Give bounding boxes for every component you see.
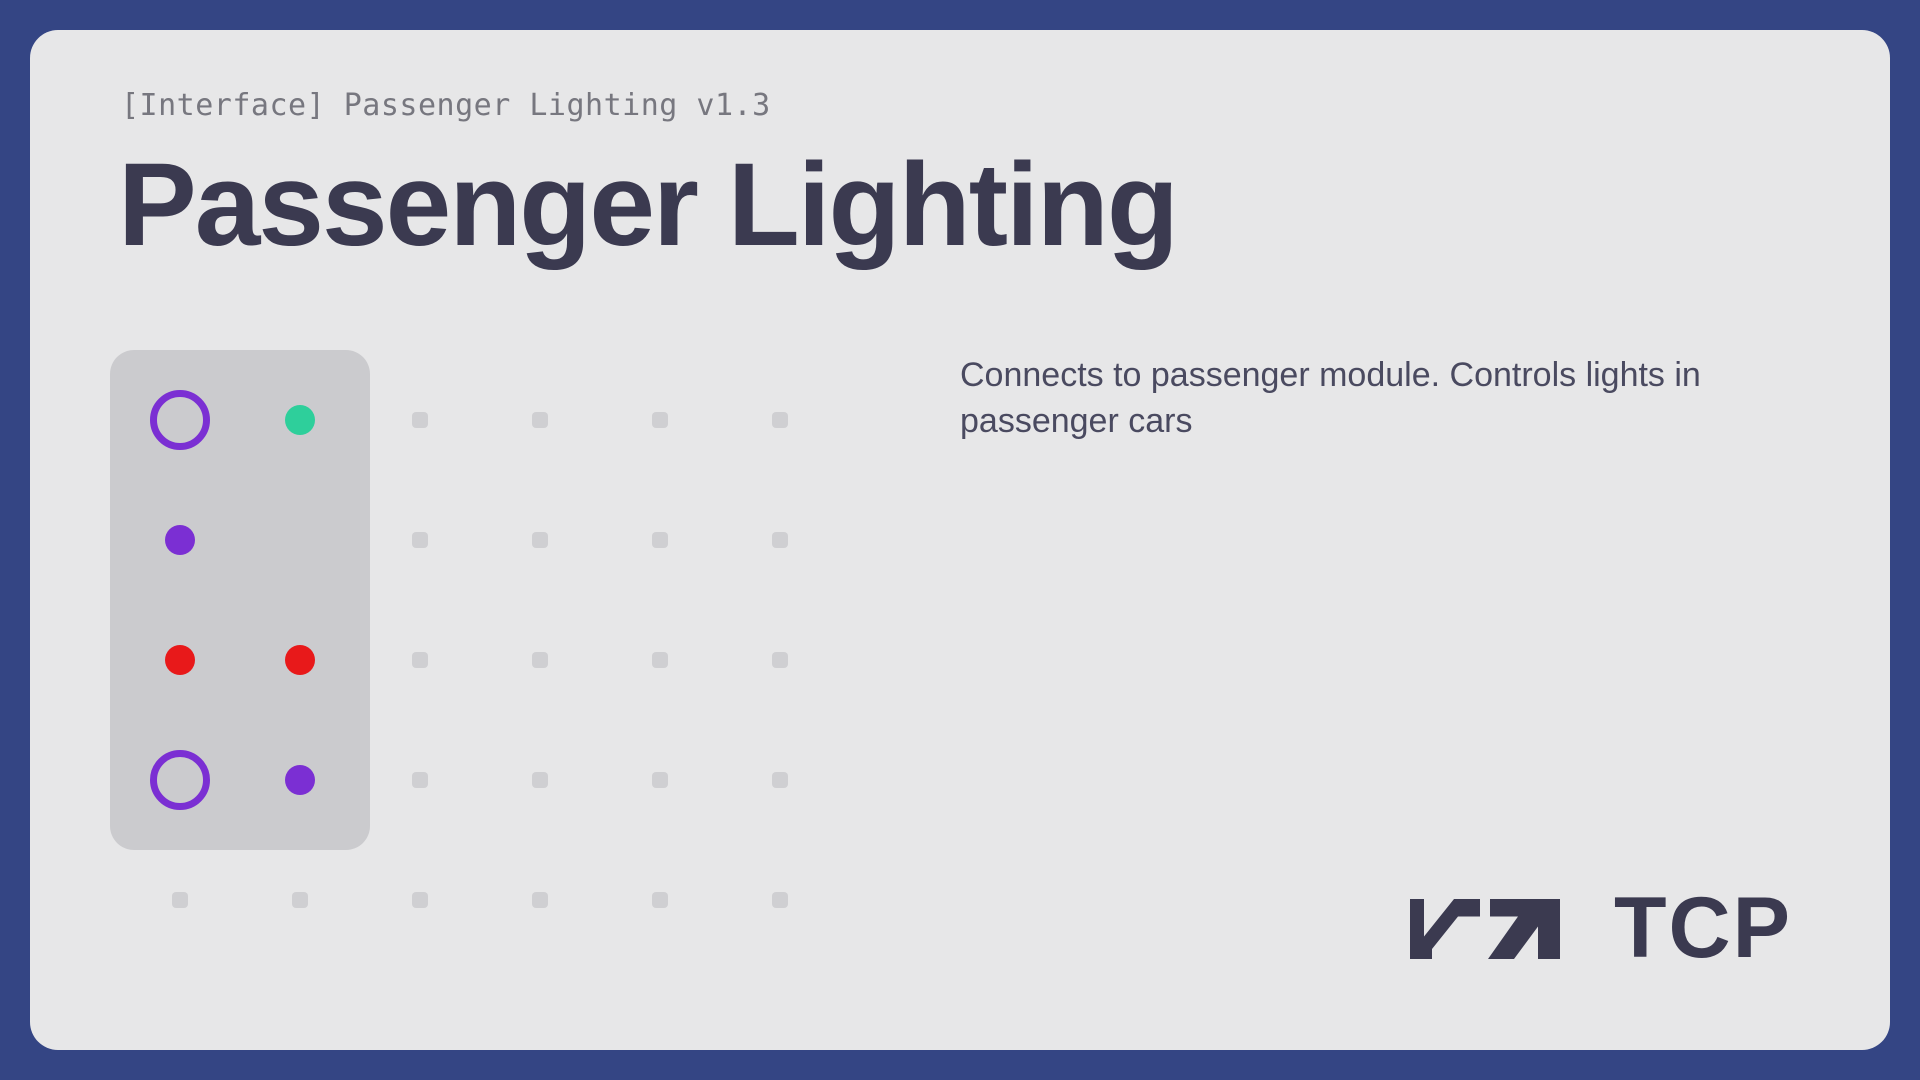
connector-pin-empty	[772, 652, 788, 668]
connector-pin-empty	[532, 892, 548, 908]
connector-pin-empty	[412, 772, 428, 788]
connector-pin-empty	[172, 892, 188, 908]
connector-pin-red	[165, 645, 195, 675]
tcp-logo: TCP	[1410, 885, 1792, 971]
connector-pin-green	[285, 405, 315, 435]
connector-pin-empty	[652, 532, 668, 548]
page-title: Passenger Lighting	[118, 139, 1179, 271]
connector-pin-empty	[412, 532, 428, 548]
connector-pin-empty	[772, 412, 788, 428]
tcp-arrows-logo-icon	[1410, 899, 1560, 959]
connector-pin-ring	[150, 390, 210, 450]
interface-description: Connects to passenger module. Controls l…	[960, 356, 1701, 440]
connector-pin-empty	[412, 412, 428, 428]
connector-pin-empty	[652, 412, 668, 428]
connector-pin-empty	[532, 772, 548, 788]
connector-pin-empty	[292, 892, 308, 908]
connector-pin-empty	[532, 532, 548, 548]
connector-pin-empty	[772, 772, 788, 788]
interface-card: [Interface] Passenger Lighting v1.3 Pass…	[30, 30, 1890, 1050]
interface-subtitle: [Interface] Passenger Lighting v1.3	[121, 88, 771, 123]
connector-pin-empty	[772, 532, 788, 548]
connector-pin-empty	[652, 892, 668, 908]
connector-pin-empty	[652, 772, 668, 788]
connector-pin-empty	[412, 652, 428, 668]
connector-panel	[110, 350, 370, 850]
connector-pin-purple	[285, 765, 315, 795]
connector-pin-purple	[165, 525, 195, 555]
connector-pin-empty	[412, 892, 428, 908]
connector-pin-empty	[652, 652, 668, 668]
connector-pin-empty	[772, 892, 788, 908]
tcp-logo-text: TCP	[1614, 880, 1792, 976]
connector-pin-empty	[532, 412, 548, 428]
connector-pin-red	[285, 645, 315, 675]
connector-pin-ring	[150, 750, 210, 810]
connector-pin-empty	[532, 652, 548, 668]
